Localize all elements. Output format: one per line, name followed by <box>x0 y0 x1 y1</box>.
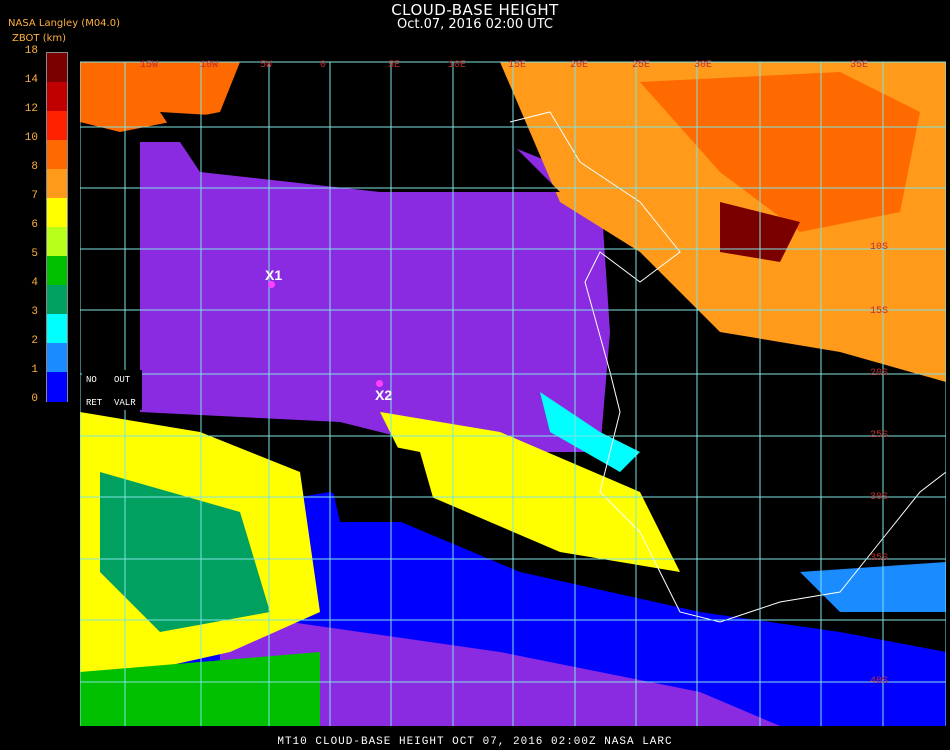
longitude-label: 0 <box>320 60 327 71</box>
legend-tick-label: 0 <box>31 393 38 405</box>
status-box: NO OUT RET VALR <box>82 370 142 410</box>
longitude-label: 10W <box>200 60 219 71</box>
status-ret: RET <box>86 398 103 408</box>
legend-tick-label: 12 <box>24 103 38 115</box>
latitude-label: 35S <box>870 553 889 564</box>
longitude-label: 10E <box>448 60 467 71</box>
longitude-label: 25E <box>632 60 651 71</box>
legend-tick-label: 4 <box>31 277 38 289</box>
legend-swatch <box>47 198 67 228</box>
legend-tick-label: 18 <box>24 45 38 57</box>
legend-tick-label: 8 <box>31 161 38 173</box>
legend-tick-label: 6 <box>31 219 38 231</box>
map-canvas <box>80 52 946 726</box>
latitude-label: 15S <box>870 306 889 317</box>
longitude-label: 15W <box>140 60 159 71</box>
legend-tick-label: 3 <box>31 306 38 318</box>
longitude-label: 15E <box>508 60 527 71</box>
marker-x2-label: X2 <box>375 387 393 403</box>
legend-tick-label: 1 <box>31 364 38 376</box>
status-valr: VALR <box>114 398 136 408</box>
legend-swatch <box>47 372 67 402</box>
legend-swatch <box>47 111 67 141</box>
longitude-label: 5E <box>388 60 401 71</box>
legend-swatch <box>47 314 67 344</box>
legend-tick-label: 14 <box>24 74 38 86</box>
longitude-label: 5W <box>260 60 273 71</box>
latitude-label: 30S <box>870 492 889 503</box>
longitude-label: 30E <box>694 60 713 71</box>
marker-x2-dot <box>376 380 383 387</box>
latitude-label: 10S <box>870 242 889 253</box>
latitude-label: 25S <box>870 430 889 441</box>
status-no: NO <box>86 375 97 385</box>
legend-unit: ZBOT (km) <box>12 33 67 44</box>
longitude-label: 35E <box>850 60 869 71</box>
legend-swatch <box>47 82 67 112</box>
legend-tick-label: 10 <box>24 132 38 144</box>
legend-tick-label: 5 <box>31 248 38 260</box>
timestamp: Oct.07, 2016 02:00 UTC <box>397 17 553 32</box>
legend-swatch <box>47 343 67 373</box>
latitude-label: 40S <box>870 676 889 687</box>
legend-swatch <box>47 140 67 170</box>
marker-x1-label: X1 <box>265 267 283 283</box>
legend-swatch <box>47 285 67 315</box>
longitude-label: 20E <box>570 60 589 71</box>
legend-tick-label: 7 <box>31 190 38 202</box>
footer-caption: MT10 CLOUD-BASE HEIGHT OCT 07, 2016 02:0… <box>277 736 673 748</box>
cloud-map <box>80 52 946 726</box>
status-out: OUT <box>114 375 131 385</box>
product-brand: NASA Langley (M04.0) <box>8 18 120 29</box>
legend-swatch <box>47 227 67 257</box>
legend-tick-label: 2 <box>31 335 38 347</box>
legend-swatch <box>47 169 67 199</box>
latitude-label: 20S <box>870 368 889 379</box>
legend-swatch <box>47 256 67 286</box>
satellite-product-view: CLOUD-BASE HEIGHT Oct.07, 2016 02:00 UTC… <box>0 0 950 750</box>
color-legend <box>46 52 68 402</box>
legend-swatch <box>47 53 67 83</box>
